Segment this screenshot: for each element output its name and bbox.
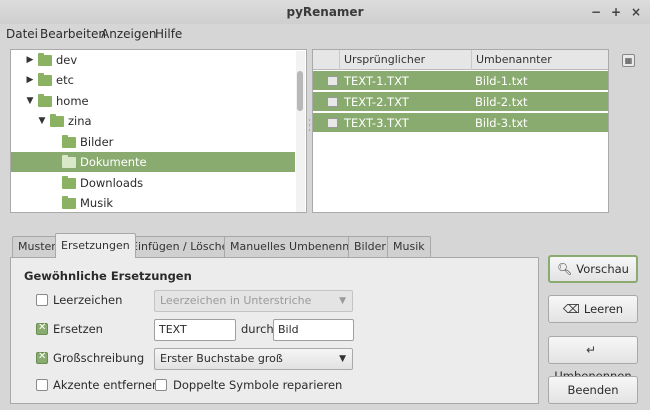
file-icon [327,97,338,107]
case-mode-select[interactable]: Erster Buchstabe groß ▼ [154,348,353,370]
maximize-button[interactable]: + [607,0,625,24]
menu-datei[interactable]: Datei [6,24,38,44]
backspace-icon: ⌫ [562,302,580,316]
dropdown-arrow-icon: ▼ [339,296,346,306]
folder-icon [38,94,52,107]
menu-anzeigen[interactable]: Anzeigen [101,24,156,44]
column-original-name[interactable]: Ursprünglicher Dateiname [339,50,471,86]
tree-item-label: Bilder [80,135,114,149]
original-filename: TEXT-3.TXT [344,116,409,130]
file-row[interactable]: TEXT-2.TXT Bild-2.txt [313,92,608,112]
clear-button[interactable]: ⌫ Leeren [548,295,638,323]
spaces-mode-value: Leerzeichen in Unterstriche [160,294,312,307]
tree-item-etc[interactable]: ▶ etc [11,70,295,90]
case-label: Großschreibung [53,351,145,365]
tree-item-label: home [56,94,89,108]
folder-icon [50,114,64,127]
tab-ersetzungen[interactable]: Ersetzungen [55,233,136,258]
duplicates-label: Doppelte Symbole reparieren [173,378,343,392]
replace-to-input[interactable]: Bild [273,319,354,341]
tree-item-home[interactable]: ▼ home [11,91,295,111]
renamed-filename: Bild-2.txt [475,95,528,109]
tree-item-musik[interactable]: Musik [11,193,295,212]
menu-bar: Datei Bearbeiten Anzeigen Hilfe [0,24,650,44]
tree-item-label: etc [56,73,74,87]
preview-label: Vorschau [576,262,629,276]
replace-from-input[interactable]: TEXT [154,319,236,341]
minimize-button[interactable]: − [587,0,605,24]
preview-button[interactable]: 🔍︎ Vorschau [548,255,638,283]
tree-item-label: dev [56,53,78,67]
close-button[interactable]: × [627,0,645,24]
tab-musik[interactable]: Musik [387,236,431,257]
title-bar: pyRenamer − + × [0,0,650,24]
tree-item-bilder[interactable]: Bilder [11,132,295,152]
replace-checkbox[interactable] [36,322,48,335]
enter-icon: ↵ [585,343,597,357]
tree-item-label: zina [68,114,92,128]
folder-icon [62,155,76,168]
tab-bilder[interactable]: Bilder [348,236,392,257]
tree-item-dev[interactable]: ▶ dev [11,50,295,70]
quit-button[interactable]: Beenden [548,376,638,404]
folder-icon [62,196,76,209]
spaces-mode-select: Leerzeichen in Unterstriche ▼ [154,290,353,312]
duplicates-checkbox[interactable] [155,379,167,391]
file-list-header: Ursprünglicher Dateiname Umbenannter Dat… [313,50,608,86]
folder-icon [38,53,52,66]
column-options-icon[interactable]: ▦ [622,54,635,67]
collapse-arrow-icon[interactable]: ▼ [25,91,35,111]
tree-item-label: Musik [80,196,114,210]
directory-tree[interactable]: ▶ dev ▶ etc ▼ home ▼ zina Bilder Dokumen… [10,49,307,213]
magnifier-icon: 🔍︎ [557,262,573,276]
quit-label: Beenden [567,383,619,397]
expand-arrow-icon[interactable]: ▶ [25,50,35,70]
accents-label: Akzente entfernen [53,378,160,392]
file-icon [327,76,338,86]
tree-item-downloads[interactable]: Downloads [11,173,295,193]
file-icon [327,118,338,128]
original-filename: TEXT-2.TXT [344,95,409,109]
menu-hilfe[interactable]: Hilfe [155,24,182,44]
case-checkbox[interactable] [36,351,48,364]
file-row[interactable]: TEXT-3.TXT Bild-3.txt [313,113,608,133]
tree-scrollbar[interactable] [296,51,305,212]
original-filename: TEXT-1.TXT [344,74,409,88]
scrollbar-thumb[interactable] [297,71,303,111]
file-row[interactable]: TEXT-1.TXT Bild-1.txt [313,71,608,91]
renamed-filename: Bild-3.txt [475,116,528,130]
column-renamed-name[interactable]: Umbenannter Dateiname [471,50,608,86]
file-list[interactable]: Ursprünglicher Dateiname Umbenannter Dat… [312,49,609,213]
case-mode-value: Erster Buchstabe groß [160,352,283,365]
menu-bearbeiten[interactable]: Bearbeiten [40,24,106,44]
dropdown-arrow-icon: ▼ [339,354,346,364]
folder-icon [38,73,52,86]
tree-item-dokumente[interactable]: Dokumente [11,152,295,172]
window-title: pyRenamer [286,5,364,19]
folder-icon [62,135,76,148]
app-window: pyRenamer − + × Datei Bearbeiten Anzeige… [0,0,650,410]
spaces-label: Leerzeichen [53,293,123,307]
replace-by-label: durch [241,322,274,336]
renamed-filename: Bild-1.txt [475,74,528,88]
expand-arrow-icon[interactable]: ▶ [25,70,35,90]
section-title: Gewöhnliche Ersetzungen [24,269,192,283]
collapse-arrow-icon[interactable]: ▼ [37,111,47,131]
spaces-checkbox[interactable] [36,294,48,306]
tree-item-label: Dokumente [80,155,147,169]
clear-label: Leeren [583,302,624,316]
replace-label: Ersetzen [53,322,103,336]
tree-item-label: Downloads [80,176,144,190]
accents-checkbox[interactable] [36,379,48,391]
folder-icon [62,176,76,189]
tree-item-zina[interactable]: ▼ zina [11,111,295,131]
rename-button[interactable]: ↵Umbenennen [548,336,638,383]
replacements-panel: Gewöhnliche Ersetzungen Leerzeichen Leer… [10,257,539,404]
